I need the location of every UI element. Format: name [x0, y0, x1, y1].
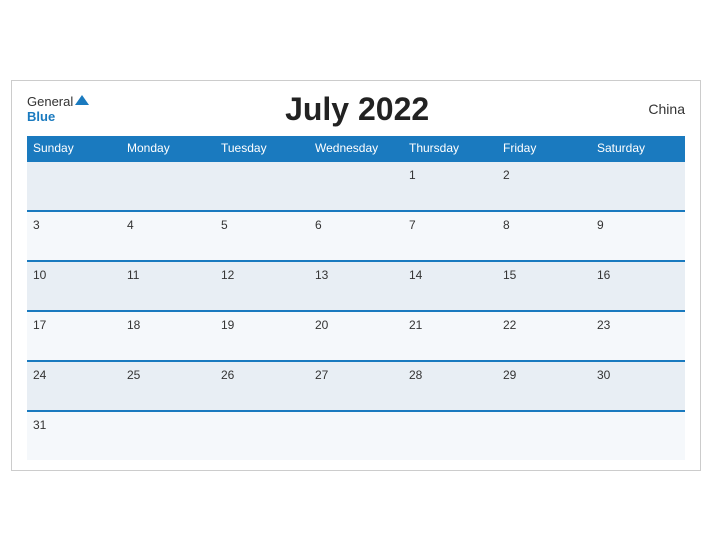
calendar-grid: SundayMondayTuesdayWednesdayThursdayFrid…	[27, 136, 685, 460]
calendar-day-empty	[591, 161, 685, 211]
calendar-day-16: 16	[591, 261, 685, 311]
logo-general-text: General	[27, 94, 73, 109]
calendar-week-row: 31	[27, 411, 685, 460]
calendar-day-8: 8	[497, 211, 591, 261]
calendar-week-row: 12	[27, 161, 685, 211]
calendar-day-empty	[121, 161, 215, 211]
calendar-day-9: 9	[591, 211, 685, 261]
calendar-day-4: 4	[121, 211, 215, 261]
calendar-day-20: 20	[309, 311, 403, 361]
calendar-day-14: 14	[403, 261, 497, 311]
calendar-day-28: 28	[403, 361, 497, 411]
calendar-container: General Blue July 2022 China SundayMonda…	[11, 80, 701, 471]
calendar-day-11: 11	[121, 261, 215, 311]
calendar-day-empty	[591, 411, 685, 460]
calendar-day-1: 1	[403, 161, 497, 211]
weekday-header-friday: Friday	[497, 136, 591, 161]
calendar-week-row: 17181920212223	[27, 311, 685, 361]
weekday-header-tuesday: Tuesday	[215, 136, 309, 161]
calendar-day-2: 2	[497, 161, 591, 211]
calendar-day-empty	[215, 411, 309, 460]
country-label: China	[625, 101, 685, 117]
calendar-day-31: 31	[27, 411, 121, 460]
calendar-day-empty	[309, 411, 403, 460]
weekday-header-row: SundayMondayTuesdayWednesdayThursdayFrid…	[27, 136, 685, 161]
calendar-day-15: 15	[497, 261, 591, 311]
calendar-day-empty	[497, 411, 591, 460]
calendar-day-7: 7	[403, 211, 497, 261]
calendar-day-empty	[27, 161, 121, 211]
calendar-day-empty	[121, 411, 215, 460]
calendar-day-5: 5	[215, 211, 309, 261]
calendar-day-30: 30	[591, 361, 685, 411]
calendar-week-row: 24252627282930	[27, 361, 685, 411]
calendar-week-row: 10111213141516	[27, 261, 685, 311]
calendar-day-17: 17	[27, 311, 121, 361]
month-title: July 2022	[89, 91, 625, 128]
calendar-day-10: 10	[27, 261, 121, 311]
weekday-header-sunday: Sunday	[27, 136, 121, 161]
calendar-day-29: 29	[497, 361, 591, 411]
calendar-week-row: 3456789	[27, 211, 685, 261]
calendar-day-27: 27	[309, 361, 403, 411]
calendar-day-25: 25	[121, 361, 215, 411]
calendar-day-13: 13	[309, 261, 403, 311]
calendar-day-3: 3	[27, 211, 121, 261]
calendar-day-26: 26	[215, 361, 309, 411]
calendar-day-empty	[309, 161, 403, 211]
calendar-day-12: 12	[215, 261, 309, 311]
weekday-header-thursday: Thursday	[403, 136, 497, 161]
calendar-header: General Blue July 2022 China	[27, 91, 685, 128]
logo-blue-text: Blue	[27, 109, 55, 124]
calendar-day-6: 6	[309, 211, 403, 261]
logo-triangle-icon	[75, 95, 89, 105]
weekday-header-monday: Monday	[121, 136, 215, 161]
calendar-day-18: 18	[121, 311, 215, 361]
calendar-day-empty	[403, 411, 497, 460]
calendar-day-empty	[215, 161, 309, 211]
calendar-day-22: 22	[497, 311, 591, 361]
weekday-header-saturday: Saturday	[591, 136, 685, 161]
calendar-day-21: 21	[403, 311, 497, 361]
logo: General Blue	[27, 94, 89, 124]
calendar-day-19: 19	[215, 311, 309, 361]
calendar-day-23: 23	[591, 311, 685, 361]
weekday-header-wednesday: Wednesday	[309, 136, 403, 161]
calendar-day-24: 24	[27, 361, 121, 411]
